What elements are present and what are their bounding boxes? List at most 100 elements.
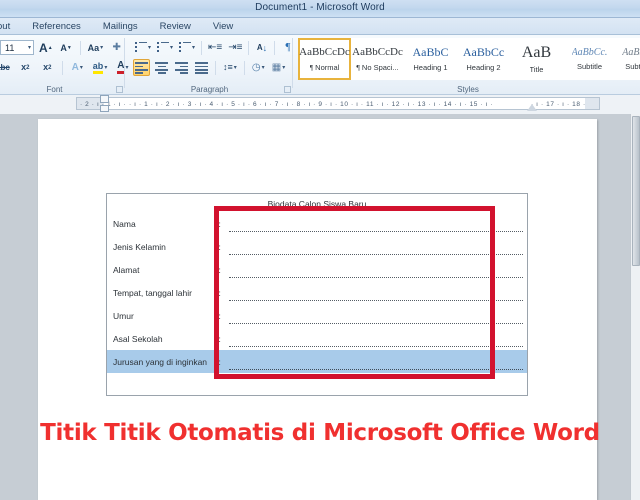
table-row[interactable]: Umur : [107, 304, 528, 327]
table-cell-empty-colon [219, 373, 227, 395]
subscript-button[interactable]: x2 [17, 59, 34, 76]
show-formatting-marks-button[interactable]: ¶ [279, 39, 296, 56]
justify-button[interactable] [193, 59, 210, 76]
align-right-button[interactable] [173, 59, 190, 76]
table-row[interactable]: Jenis Kelamin : [107, 235, 528, 258]
grow-font-button[interactable]: A ▲ [37, 39, 55, 56]
shading-button[interactable]: ◷ ▾ [250, 59, 267, 76]
paragraph-divider-1 [201, 40, 203, 55]
align-center-button[interactable] [153, 59, 170, 76]
font-size-value: 11 [5, 42, 15, 53]
ribbon-tab-strip: out References Mailings Review View [0, 18, 640, 35]
style-no-spacing-preview: AaBbCcDc [352, 46, 403, 59]
hanging-indent-marker[interactable] [100, 105, 109, 112]
field-label-asal-sekolah: Asal Sekolah [113, 333, 163, 344]
font-size-input[interactable]: 11 ▾ [0, 40, 35, 55]
align-left-button[interactable] [133, 59, 150, 76]
superscript-button[interactable]: x2 [39, 59, 56, 76]
style-subtitle[interactable]: AaBbCc. Subtitle [563, 38, 616, 80]
field-label-tempat-tanggal-lahir: Tempat, tanggal lahir [113, 287, 192, 298]
sort-button[interactable]: A ↓ [253, 39, 270, 56]
ribbon-group-styles: AaBbCcDc ¶ Normal AaBbCcDc ¶ No Spaci...… [296, 35, 640, 95]
font-size-caret-icon[interactable]: ▾ [28, 44, 31, 51]
field-dotted-leader-alamat[interactable] [227, 258, 528, 281]
window-title: Document1 - Microsoft Word [255, 2, 385, 13]
line-spacing-button[interactable]: ↕≡ ▾ [221, 59, 239, 76]
title-bar: Document1 - Microsoft Word [0, 0, 640, 18]
style-normal[interactable]: AaBbCcDc ¶ Normal [298, 38, 351, 80]
style-title-name: Title [529, 65, 544, 75]
first-line-indent-marker[interactable] [100, 95, 109, 103]
table-cell-empty-dots [227, 373, 528, 395]
bullets-button[interactable]: ▾ [133, 39, 153, 56]
word-application-window: Document1 - Microsoft Word out Reference… [0, 0, 640, 500]
tab-page-layout[interactable]: out [0, 18, 21, 35]
tab-review[interactable]: Review [149, 18, 202, 35]
style-normal-name: Normal [315, 62, 340, 72]
paragraph-divider-4 [215, 60, 216, 75]
style-heading-1[interactable]: AaBbC Heading 1 [404, 38, 457, 80]
style-heading-1-preview: AaBbC [412, 45, 449, 59]
shrink-font-button[interactable]: A ▼ [58, 39, 75, 56]
style-subtle-emphasis[interactable]: AaBbCcD Subtle Em [616, 38, 640, 80]
style-no-spacing[interactable]: AaBbCcDc ¶ No Spaci... [351, 38, 404, 80]
scrollbar-thumb[interactable] [632, 116, 640, 266]
strikethrough-button[interactable]: abc [0, 59, 12, 76]
multilevel-list-button[interactable]: ▾ [177, 39, 197, 56]
multilevel-list-icon [179, 42, 192, 53]
field-dotted-leader-nama[interactable] [227, 212, 528, 235]
table-row-selected[interactable]: Jurusan yang di inginkan : [106, 350, 528, 373]
field-dotted-leader-tempat-tanggal-lahir[interactable] [227, 281, 528, 304]
change-case-button[interactable]: Aa ▾ [86, 39, 106, 56]
paragraph-divider-2 [248, 40, 250, 55]
align-right-icon [175, 62, 188, 74]
group-divider-font [124, 38, 125, 88]
ruler-bar: · 2 · ı · 1 · ı · · ı · 1 · ı · 2 · ı · … [0, 95, 640, 114]
field-dotted-leader-jenis-kelamin[interactable] [227, 235, 528, 258]
field-dotted-leader-jurusan-yang-di-inginkan[interactable] [226, 350, 528, 373]
align-left-icon [135, 62, 148, 74]
style-title-preview: AaB [521, 43, 552, 61]
ribbon-group-font: ▾ 11 ▾ A▲ A▼ Aa▾ ✚ abc x2 x2 A▾ ab▾ A▾ [0, 35, 128, 95]
style-normal-preview: AaBbCcDc [299, 46, 350, 59]
field-label-umur: Umur [113, 310, 134, 321]
field-label-jurusan-yang-di-inginkan: Jurusan yang di inginkan [106, 350, 219, 373]
table-row[interactable]: Asal Sekolah : [107, 327, 528, 350]
bullets-icon [135, 42, 147, 53]
font-group-divider-1 [79, 40, 81, 55]
borders-button[interactable]: ▦ ▾ [270, 59, 287, 76]
field-dotted-leader-umur[interactable] [227, 304, 528, 327]
table-row[interactable]: Tempat, tanggal lahir : [107, 281, 528, 304]
biodata-table[interactable]: Biodata Calon Siswa Baru Nama : Jenis Ke… [106, 193, 528, 396]
tab-mailings[interactable]: Mailings [92, 18, 149, 35]
table-row-empty[interactable] [107, 373, 528, 395]
style-heading-2-preview: AaBbCc [462, 45, 505, 59]
tab-view[interactable]: View [202, 18, 244, 35]
field-colon: : [218, 310, 221, 321]
paragraph-divider-3 [274, 40, 276, 55]
table-row[interactable]: Nama : [107, 212, 528, 235]
style-heading-2[interactable]: AaBbCc Heading 2 [457, 38, 510, 80]
field-colon: : [218, 241, 221, 252]
tab-references[interactable]: References [21, 18, 92, 35]
decrease-indent-button[interactable]: ⇤≡ [206, 39, 224, 56]
style-heading-2-name: Heading 2 [466, 63, 501, 73]
style-no-spacing-label: ¶ No Spaci... [356, 62, 399, 72]
numbering-button[interactable]: ▾ [155, 39, 175, 56]
font-dialog-launcher-icon[interactable] [116, 86, 123, 93]
increase-indent-button[interactable]: ⇥≡ [226, 39, 244, 56]
numbering-icon [157, 42, 170, 53]
paragraph-dialog-launcher-icon[interactable] [284, 86, 291, 93]
style-title[interactable]: AaB Title [510, 38, 563, 80]
table-row[interactable]: Alamat : [107, 258, 528, 281]
ruler-right-margin-zone [585, 98, 599, 109]
right-indent-marker[interactable] [527, 104, 537, 111]
horizontal-ruler[interactable]: · 2 · ı · 1 · ı · · ı · 1 · ı · 2 · ı · … [76, 97, 600, 110]
style-subtitle-name: Subtitle [576, 62, 603, 71]
clear-formatting-button[interactable]: ✚ [108, 39, 125, 56]
text-highlight-color-button[interactable]: ab ▾ [91, 59, 110, 76]
field-dotted-leader-asal-sekolah[interactable] [227, 327, 528, 350]
paragraph-divider-5 [243, 60, 245, 75]
text-effects-button[interactable]: A ▾ [69, 59, 86, 76]
field-label-nama: Nama [113, 218, 136, 229]
